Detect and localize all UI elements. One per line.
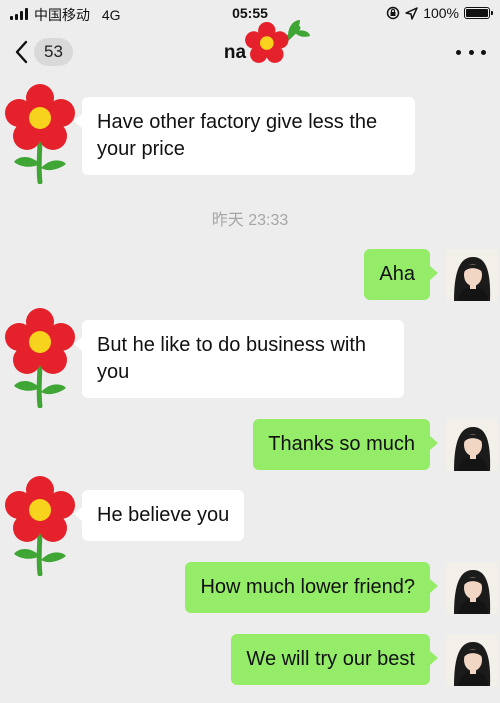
red-flower-icon[interactable] bbox=[0, 308, 80, 408]
message-line: We will try our best bbox=[246, 648, 415, 670]
red-flower-icon bbox=[245, 20, 310, 63]
user-photo-avatar[interactable] bbox=[446, 249, 498, 301]
outgoing-message-bubble[interactable]: How much lower friend? bbox=[185, 562, 438, 613]
message-line: Have other factory give less the bbox=[97, 111, 378, 133]
message-line: But he like to do business with bbox=[97, 334, 367, 356]
user-photo-avatar[interactable] bbox=[446, 562, 498, 614]
red-flower-icon[interactable] bbox=[0, 476, 80, 576]
location-arrow-icon bbox=[405, 6, 418, 20]
dot bbox=[481, 49, 486, 55]
user-photo-avatar[interactable] bbox=[446, 419, 498, 471]
battery-level bbox=[466, 9, 488, 17]
message-line: Thanks so much bbox=[268, 433, 415, 455]
message-line: you bbox=[97, 361, 130, 383]
dot bbox=[456, 49, 461, 55]
message-line: How much lower friend? bbox=[200, 576, 415, 598]
timestamp: 昨天 23:33 bbox=[211, 212, 289, 229]
incoming-message-bubble[interactable]: But he like to do business with you bbox=[74, 320, 404, 398]
chat-header: 53 na bbox=[0, 20, 500, 78]
outgoing-message-bubble[interactable]: Thanks so much bbox=[253, 419, 438, 470]
message-line: He believe you bbox=[97, 504, 230, 526]
battery-percent: 100% bbox=[423, 5, 459, 21]
orientation-lock-icon bbox=[386, 6, 400, 20]
incoming-message-bubble[interactable]: Have other factory give less the your pr… bbox=[74, 97, 415, 175]
outgoing-message-bubble[interactable]: We will try our best bbox=[231, 634, 438, 685]
dot bbox=[468, 49, 474, 55]
status-right: 100% bbox=[386, 5, 493, 21]
red-flower-icon[interactable] bbox=[0, 84, 80, 184]
outgoing-message-bubble[interactable]: Aha bbox=[364, 249, 438, 300]
battery-icon bbox=[464, 7, 493, 19]
message-line: your price bbox=[97, 138, 185, 160]
user-photo-avatar[interactable] bbox=[446, 634, 498, 686]
incoming-message-bubble[interactable]: He believe you bbox=[73, 490, 245, 541]
more-options-button[interactable] bbox=[456, 40, 486, 64]
message-line: Aha bbox=[379, 263, 415, 285]
